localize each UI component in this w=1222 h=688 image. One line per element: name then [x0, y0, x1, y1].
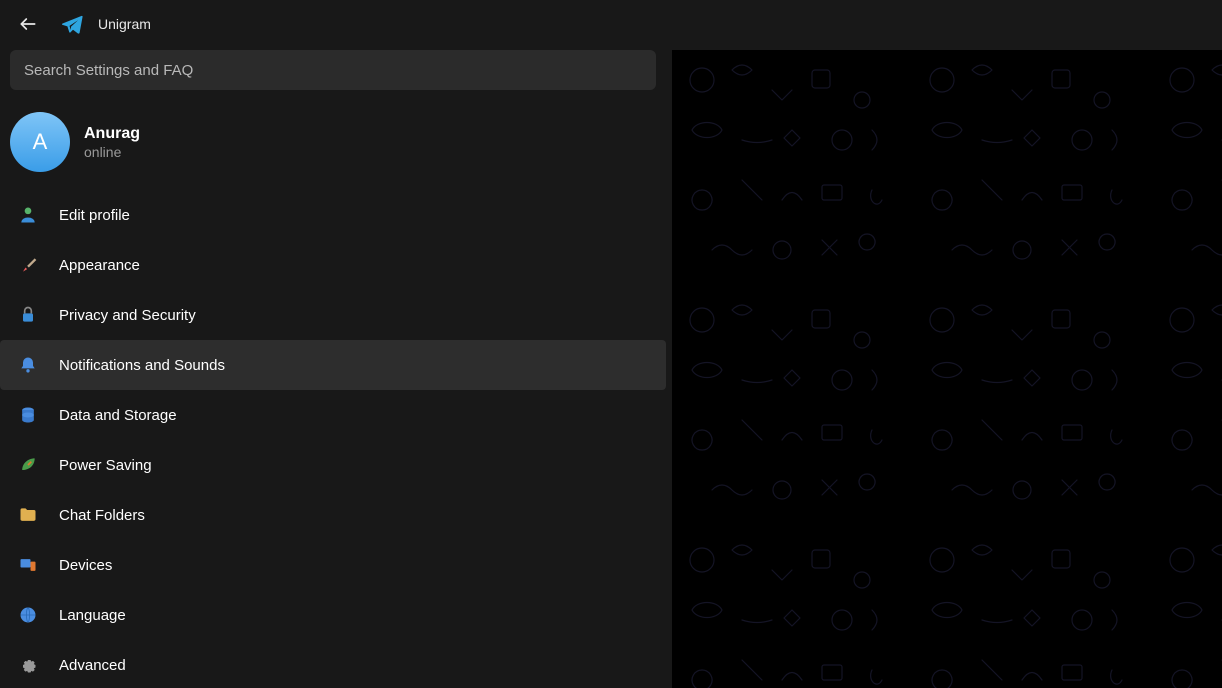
settings-sidebar: Search Settings and FAQ A Anurag online … — [0, 48, 666, 688]
avatar-letter: A — [33, 129, 48, 155]
back-button[interactable] — [8, 4, 48, 44]
settings-item-appearance[interactable]: Appearance — [0, 240, 666, 290]
settings-item-power-saving[interactable]: Power Saving — [0, 440, 666, 490]
settings-list: Edit profile Appearance Privacy and Secu… — [0, 186, 666, 688]
settings-label: Advanced — [59, 657, 126, 674]
content-area — [672, 50, 1222, 688]
settings-item-advanced[interactable]: Advanced — [0, 640, 666, 688]
settings-label: Devices — [59, 557, 112, 574]
background-pattern — [672, 50, 1222, 688]
settings-label: Power Saving — [59, 457, 152, 474]
search-input[interactable]: Search Settings and FAQ — [10, 50, 656, 90]
telegram-icon — [61, 13, 83, 35]
gear-icon — [17, 654, 39, 676]
profile-text: Anurag online — [84, 125, 140, 160]
settings-label: Edit profile — [59, 207, 130, 224]
profile-header[interactable]: A Anurag online — [0, 100, 666, 186]
search-wrap: Search Settings and FAQ — [0, 50, 666, 100]
settings-label: Privacy and Security — [59, 307, 196, 324]
settings-item-devices[interactable]: Devices — [0, 540, 666, 590]
avatar: A — [10, 112, 70, 172]
settings-label: Language — [59, 607, 126, 624]
search-placeholder: Search Settings and FAQ — [24, 62, 193, 79]
bell-icon — [17, 354, 39, 376]
leaf-icon — [17, 454, 39, 476]
brush-icon — [17, 254, 39, 276]
settings-item-language[interactable]: Language — [0, 590, 666, 640]
person-icon — [17, 204, 39, 226]
titlebar: Unigram — [0, 0, 1222, 48]
app-icon — [52, 4, 92, 44]
lock-icon — [17, 304, 39, 326]
settings-label: Data and Storage — [59, 407, 177, 424]
settings-item-chat-folders[interactable]: Chat Folders — [0, 490, 666, 540]
settings-item-data-storage[interactable]: Data and Storage — [0, 390, 666, 440]
settings-label: Appearance — [59, 257, 140, 274]
settings-label: Chat Folders — [59, 507, 145, 524]
folder-icon — [17, 504, 39, 526]
settings-item-edit-profile[interactable]: Edit profile — [0, 190, 666, 240]
arrow-left-icon — [18, 14, 38, 34]
main: Search Settings and FAQ A Anurag online … — [0, 48, 1222, 688]
database-icon — [17, 404, 39, 426]
settings-label: Notifications and Sounds — [59, 357, 225, 374]
devices-icon — [17, 554, 39, 576]
settings-item-notifications[interactable]: Notifications and Sounds — [0, 340, 666, 390]
app-title: Unigram — [98, 16, 151, 32]
globe-icon — [17, 604, 39, 626]
profile-status: online — [84, 144, 140, 160]
settings-item-privacy[interactable]: Privacy and Security — [0, 290, 666, 340]
profile-name: Anurag — [84, 125, 140, 143]
